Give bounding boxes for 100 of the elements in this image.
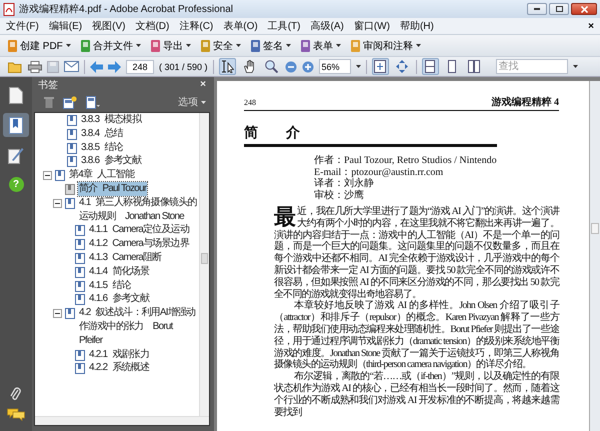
task-button[interactable]: 审阅和注释 bbox=[350, 36, 421, 54]
body-paragraph: 最近，我在几所大学里进行了题为“游戏 AI 入门”的演讲。这个演讲大约有两个小时的内容，在这里我就不将它翻出来再讲一遍了。演讲的内容归结于一点：游戏中的人工智能（AI）不是一个单一的问题，而是一个巨大的问题集。这问题集里的问题不仅数量多，而且在每个游戏中还都不相同。AI 完全依赖于游戏设计，几乎游戏中的每个新设计都会带来一定 AI 方面的问题。要找 50 款完全不同的游戏或许不很容易，但如果按照 AI 的不同来区分游戏的不同，那么要找出 50 款完全不同的游戏就变得出奇地容易了。 bbox=[274, 206, 559, 300]
close-document-button[interactable]: × bbox=[588, 20, 594, 32]
page-layout-button[interactable] bbox=[466, 58, 483, 75]
expand-arrows-icon bbox=[396, 60, 408, 73]
bookmarks-tab[interactable] bbox=[3, 113, 29, 137]
bookmark-item[interactable]: 4.1.1 Camera定位及运动 bbox=[88, 223, 190, 238]
collapse-toggle-icon[interactable] bbox=[53, 309, 62, 318]
close-button[interactable] bbox=[571, 3, 597, 15]
bookmark-item[interactable]: 3.8.3 模态模拟 bbox=[80, 113, 142, 127]
new-bookmark-icon[interactable] bbox=[63, 96, 77, 108]
pdf-file-icon bbox=[3, 2, 15, 16]
menu-item[interactable]: 高级(A) bbox=[310, 19, 344, 33]
bookmark-item[interactable]: 简介 Paul Tozour bbox=[78, 182, 148, 196]
fit-page-button[interactable] bbox=[372, 58, 389, 75]
caret-icon bbox=[416, 44, 421, 47]
paperclip-icon[interactable] bbox=[10, 386, 22, 402]
credit-line: 审校：沙鹰 bbox=[314, 190, 365, 201]
zoom-in-icon[interactable] bbox=[302, 60, 314, 72]
caret-icon bbox=[136, 44, 141, 47]
bookmark-icon bbox=[75, 225, 85, 236]
page-count: ( 301 / 590 ) bbox=[159, 62, 208, 72]
bookmark-item[interactable]: 3.8.4 总结 bbox=[80, 126, 124, 141]
bookmark-item[interactable]: 4.1.2 Camera与场景边界 bbox=[88, 237, 190, 251]
bookmark-icon bbox=[9, 116, 23, 134]
scrollbar[interactable] bbox=[589, 81, 600, 431]
collapse-toggle-icon[interactable] bbox=[43, 171, 52, 180]
section-title: 简 介 bbox=[244, 125, 497, 147]
comments-icon[interactable] bbox=[7, 408, 25, 421]
maximize-icon bbox=[556, 6, 562, 12]
bookmark-icon bbox=[67, 142, 77, 154]
scrollbar-thumb[interactable] bbox=[591, 223, 599, 234]
next-page-icon[interactable] bbox=[108, 60, 121, 72]
document-icon bbox=[300, 40, 310, 52]
menu-item[interactable]: 注释(C) bbox=[179, 19, 214, 33]
email-icon[interactable] bbox=[64, 61, 79, 72]
folder-icon[interactable] bbox=[8, 60, 23, 72]
caret-icon[interactable] bbox=[201, 100, 206, 104]
close-icon bbox=[580, 6, 588, 12]
search-dropdown-icon[interactable] bbox=[572, 65, 578, 68]
bookmark-icon bbox=[75, 280, 85, 292]
previous-page-icon[interactable] bbox=[90, 60, 103, 72]
menu-item[interactable]: 工具(T) bbox=[268, 19, 300, 33]
options-menu[interactable]: 选项 bbox=[178, 95, 198, 109]
document-icon bbox=[8, 40, 17, 52]
menu-item[interactable]: 帮助(H) bbox=[400, 19, 434, 33]
bookmark-menu-icon[interactable] bbox=[86, 96, 100, 108]
bookmark-item[interactable]: 3.8.5 结论 bbox=[80, 140, 124, 154]
bookmark-item[interactable]: 4.1.5 结论 bbox=[88, 278, 132, 292]
bookmark-item[interactable]: 第4章 人工智能 bbox=[68, 168, 135, 182]
zoom-dropdown-icon[interactable] bbox=[356, 65, 361, 68]
bookmark-icon bbox=[75, 350, 85, 361]
zoom-out-icon[interactable] bbox=[284, 60, 297, 72]
menu-item[interactable]: 文档(D) bbox=[135, 19, 170, 33]
caret-icon bbox=[236, 44, 241, 47]
page-number-field[interactable]: 248 bbox=[126, 60, 154, 74]
menu-item[interactable]: 编辑(E) bbox=[48, 19, 82, 33]
bookmark-item[interactable]: 4.2.2 系统概述 bbox=[88, 361, 150, 376]
task-button[interactable]: 安全 bbox=[200, 36, 241, 54]
zoom-tool-button[interactable] bbox=[262, 58, 280, 75]
bookmark-icon bbox=[67, 115, 77, 126]
minimize-button[interactable] bbox=[527, 3, 547, 15]
panel-close-button[interactable]: × bbox=[200, 79, 206, 90]
maximize-button[interactable] bbox=[549, 3, 569, 15]
caret-icon bbox=[286, 44, 291, 47]
credit-line: E-mail：ptozour@austin.rr.com bbox=[314, 166, 444, 178]
minimize-icon bbox=[534, 8, 540, 10]
caret-icon bbox=[186, 44, 191, 47]
bookmark-icon bbox=[65, 184, 75, 195]
bookmark-item[interactable]: 4.2 叙述战斗：利用AI增强动作游戏中的张力 Borut Pfeifer bbox=[78, 306, 198, 348]
task-button[interactable]: 创建 PDF bbox=[8, 36, 71, 54]
menu-item[interactable]: 视图(V) bbox=[92, 19, 126, 33]
scrollbar-thumb[interactable] bbox=[201, 253, 208, 264]
task-button[interactable]: 导出 bbox=[150, 36, 191, 54]
bookmark-item[interactable]: 4.1 第三人称视角摄像镜头的运动规则 Jonathan Stone bbox=[78, 196, 198, 224]
bookmark-item[interactable]: 4.1.3 Camera阻断 bbox=[88, 250, 162, 265]
search-field[interactable]: 查找 bbox=[496, 59, 568, 74]
bookmark-item[interactable]: 4.1.6 参考文献 bbox=[88, 292, 150, 306]
task-button[interactable]: 签名 bbox=[250, 36, 291, 54]
collapse-toggle-icon[interactable] bbox=[53, 198, 62, 208]
pen-icon bbox=[8, 146, 24, 164]
task-button[interactable]: 合并文件 bbox=[80, 36, 141, 54]
caret-icon bbox=[66, 44, 71, 47]
select-tool-button[interactable] bbox=[218, 58, 236, 75]
menu-item[interactable]: 文件(F) bbox=[6, 19, 39, 33]
menu-item[interactable]: 窗口(W) bbox=[354, 19, 390, 33]
task-button[interactable]: 表单 bbox=[300, 36, 341, 54]
document-icon bbox=[80, 40, 90, 52]
page-icon bbox=[468, 60, 480, 73]
bookmark-item[interactable]: 3.8.6 参考文献 bbox=[80, 154, 142, 168]
document-icon bbox=[150, 40, 160, 52]
document-icon bbox=[200, 40, 210, 52]
zoom-field[interactable]: 56% bbox=[318, 59, 351, 74]
bookmark-item[interactable]: 4.1.4 简化场景 bbox=[88, 264, 150, 279]
bookmark-icon bbox=[67, 128, 77, 140]
page-layout-button[interactable] bbox=[422, 58, 439, 75]
bookmark-item[interactable]: 4.2.1 戏剧张力 bbox=[88, 348, 150, 362]
menu-item[interactable]: 表单(O) bbox=[223, 19, 258, 33]
print-icon[interactable] bbox=[28, 60, 42, 72]
magnifier-icon bbox=[264, 60, 278, 73]
